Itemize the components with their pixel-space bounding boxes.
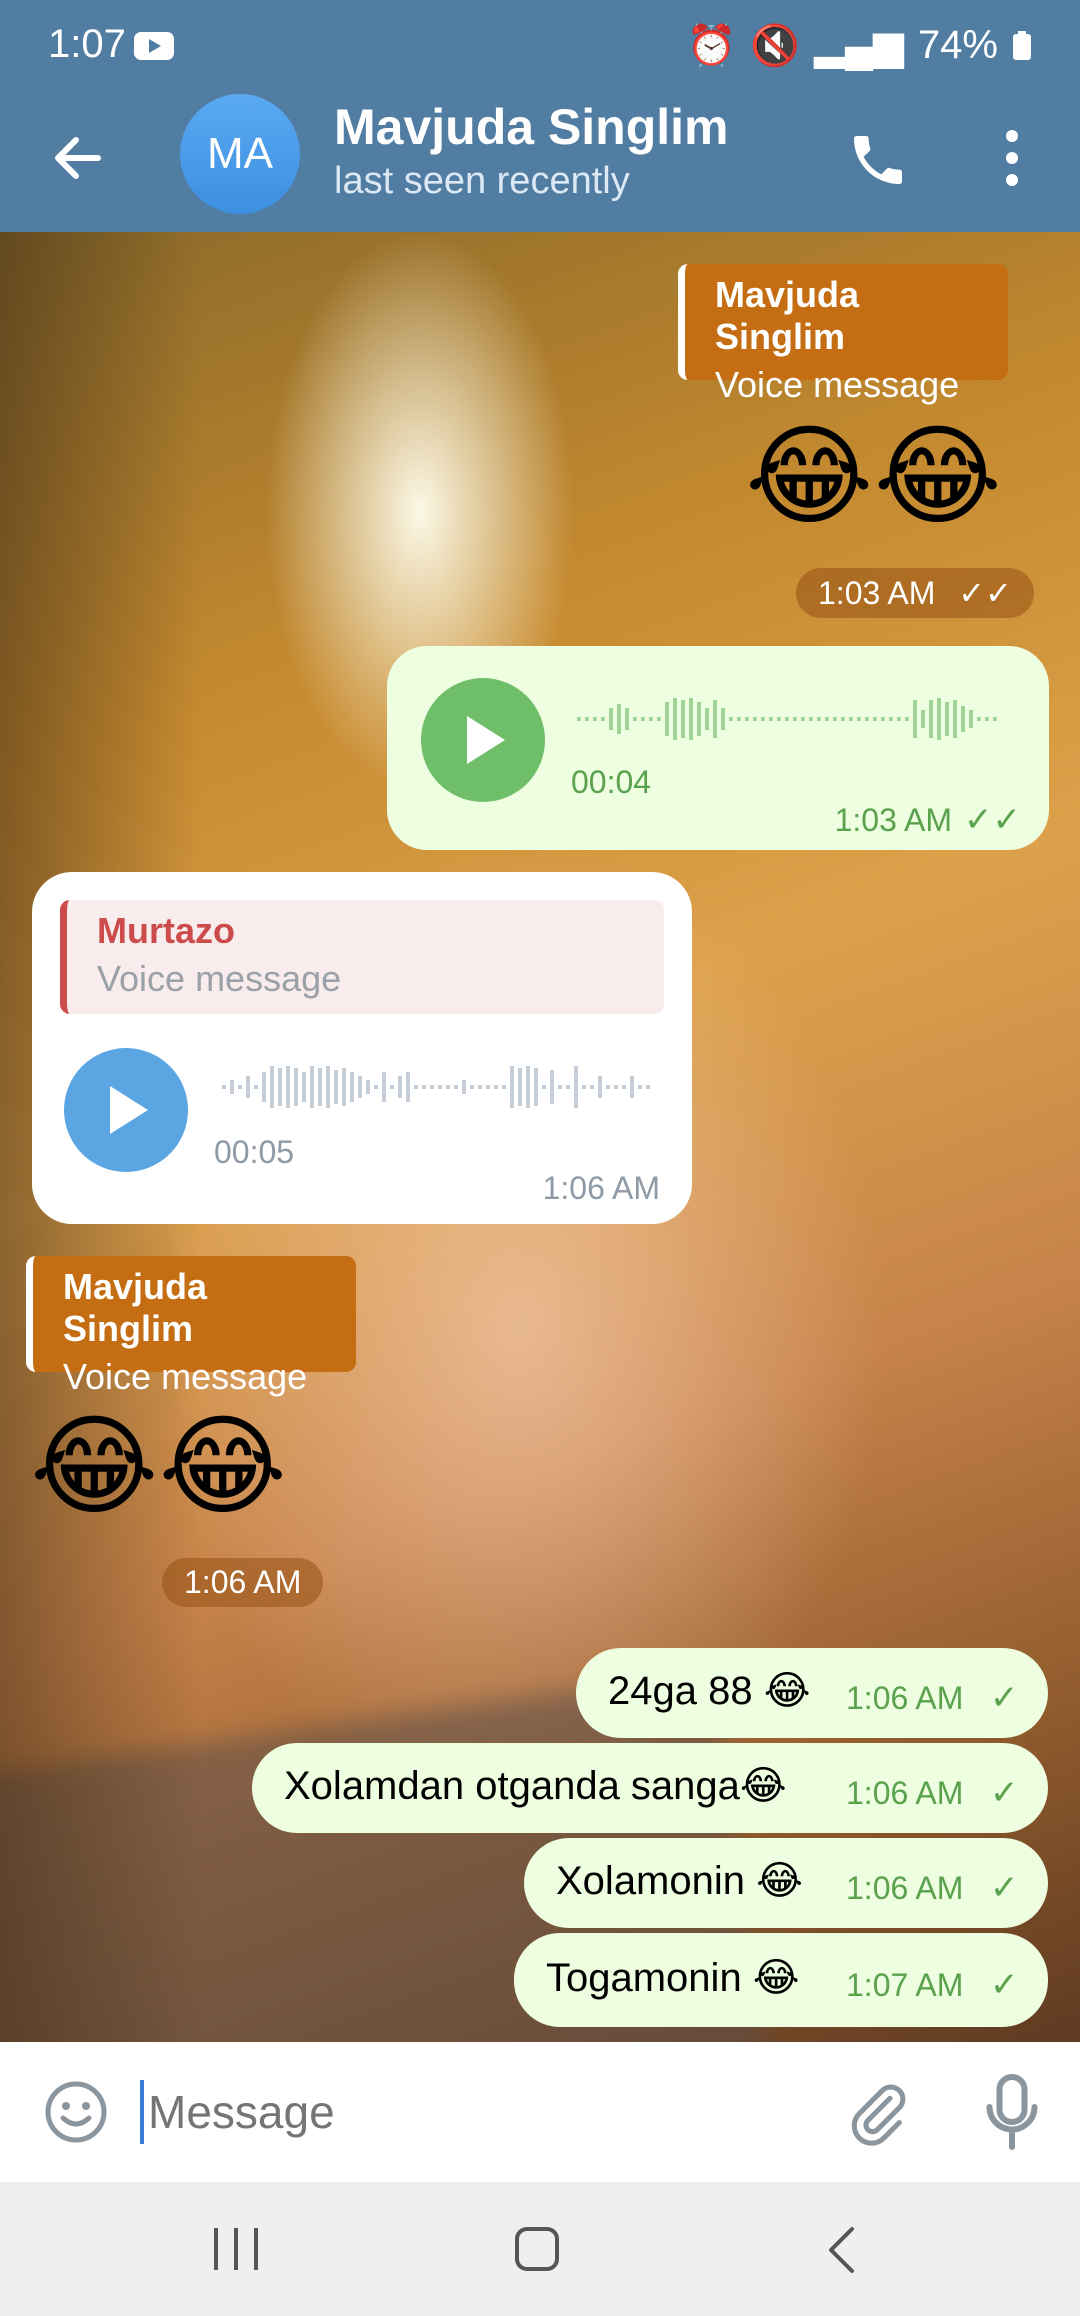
message-text: Xolamonin 😂 xyxy=(556,1859,803,1903)
text-message[interactable]: Togamonin 😂 1:07 AM ✓ xyxy=(514,1933,1048,2027)
youtube-icon xyxy=(134,32,174,60)
voice-waveform[interactable] xyxy=(577,694,1017,744)
chat-header: MA Mavjuda Singlim last seen recently xyxy=(0,90,1080,232)
play-button[interactable] xyxy=(421,678,545,802)
emoji-message[interactable]: 😂😂 xyxy=(30,1412,287,1522)
battery-level: 74% xyxy=(917,23,998,67)
message-time: 1:06 AM xyxy=(846,1775,964,1811)
quote-sender: Mavjuda Singlim xyxy=(63,1266,208,1349)
battery-icon xyxy=(1013,30,1031,60)
message-meta: 1:03 AM ✓✓ xyxy=(835,800,1021,840)
message-time: 1:07 AM xyxy=(846,1967,964,2003)
check-icon: ✓ xyxy=(990,1966,1019,2004)
system-nav-bar xyxy=(0,2182,1080,2316)
check-icon: ✓ xyxy=(990,1869,1019,1907)
voice-message-in[interactable]: Murtazo Voice message 00:05 1:06 AM xyxy=(32,872,692,1224)
message-text: 24ga 88 😂 xyxy=(608,1669,811,1713)
status-bar: 1:07 ⏰ 🔇 ▂▄▆ 74% xyxy=(0,0,1080,90)
quote-text: Voice message xyxy=(63,1356,308,1397)
message-time-pill: 1:03 AM ✓✓ xyxy=(796,568,1034,618)
message-text: Togamonin 😂 xyxy=(546,1956,800,2000)
quote-text: Voice message xyxy=(97,958,342,999)
message-time: 1:06 AM xyxy=(162,1558,324,1607)
more-vert-icon[interactable] xyxy=(1000,126,1024,190)
double-check-icon: ✓✓ xyxy=(964,801,1021,839)
quote-text: Voice message xyxy=(715,364,960,405)
status-right: ⏰ 🔇 ▂▄▆ 74% xyxy=(686,22,1032,69)
text-message[interactable]: Xolamonin 😂 1:06 AM ✓ xyxy=(524,1838,1048,1928)
text-message[interactable]: 24ga 88 😂 1:06 AM ✓ xyxy=(576,1648,1048,1738)
check-icon: ✓ xyxy=(990,1679,1019,1717)
message-time: 1:06 AM xyxy=(846,1870,964,1906)
signal-icon: ▂▄▆ xyxy=(814,23,904,68)
quote-sender: Mavjuda Singlim xyxy=(715,274,860,357)
attach-icon[interactable] xyxy=(846,2078,910,2148)
message-time: 1:03 AM xyxy=(834,801,953,838)
emoji-message[interactable]: 😂😂 xyxy=(745,422,1002,532)
check-icon: ✓ xyxy=(990,1774,1019,1812)
mute-icon: 🔇 xyxy=(750,24,801,68)
back-arrow-icon[interactable] xyxy=(50,130,106,186)
message-time: 1:03 AM xyxy=(818,575,936,611)
message-time: 1:06 AM xyxy=(846,1680,964,1716)
mic-icon[interactable] xyxy=(982,2072,1042,2152)
voice-duration: 00:04 xyxy=(571,764,652,800)
message-text: Xolamdan otganda sanga😂 xyxy=(284,1764,787,1808)
play-button[interactable] xyxy=(64,1048,188,1172)
voice-message-out[interactable]: 00:04 1:03 AM ✓✓ xyxy=(387,646,1049,850)
reply-quote[interactable]: Murtazo Voice message xyxy=(60,900,664,1014)
reply-quote[interactable]: Mavjuda Singlim Voice message xyxy=(678,264,1008,405)
voice-duration: 00:05 xyxy=(214,1134,295,1170)
nav-back-icon[interactable] xyxy=(826,2226,856,2274)
message-input-bar xyxy=(0,2042,1080,2182)
avatar[interactable]: MA xyxy=(180,94,300,214)
phone-icon[interactable] xyxy=(846,128,910,192)
contact-name[interactable]: Mavjuda Singlim xyxy=(334,98,729,156)
play-icon xyxy=(467,716,505,764)
quote-sender: Murtazo xyxy=(97,910,235,951)
double-check-icon: ✓✓ xyxy=(958,575,1012,611)
alarm-icon: ⏰ xyxy=(686,24,737,68)
play-icon xyxy=(110,1086,148,1134)
status-time: 1:07 xyxy=(48,22,126,66)
reply-quote[interactable]: Mavjuda Singlim Voice message xyxy=(26,1256,356,1397)
emoji-icon[interactable] xyxy=(42,2078,110,2146)
contact-status: last seen recently xyxy=(334,160,630,202)
nav-home-icon[interactable] xyxy=(514,2226,560,2272)
chat-area[interactable]: Mavjuda Singlim Voice message 😂😂 1:03 AM… xyxy=(0,232,1080,2042)
message-time: 1:06 AM xyxy=(542,1170,660,1206)
voice-waveform[interactable] xyxy=(222,1062,662,1112)
message-input[interactable] xyxy=(140,2080,808,2144)
text-message[interactable]: Xolamdan otganda sanga😂 1:06 AM ✓ xyxy=(252,1743,1048,1833)
nav-recents-icon[interactable] xyxy=(212,2228,260,2270)
